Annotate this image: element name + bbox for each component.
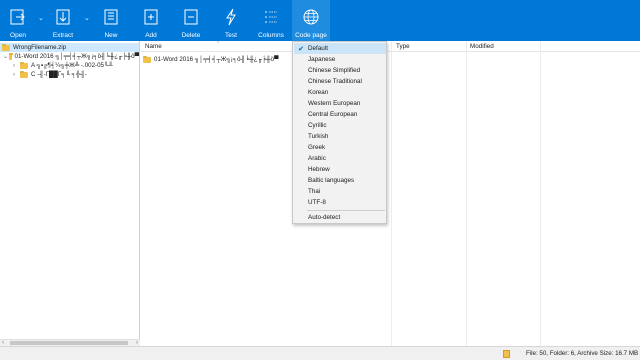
menu-item-korean[interactable]: Korean [294,87,386,98]
menu-item-japanese[interactable]: Japanese [294,54,386,65]
folder-icon [9,52,14,60]
menu-item-auto-detect[interactable]: Auto-detect [294,212,386,223]
column-header-modified[interactable]: Modified [470,43,494,50]
file-list-panel: ⌃ Name Type Modified 01-Word 2016 ╗│╤╡╡┬… [141,41,640,346]
open-label: Open [10,32,26,39]
collapse-chevron-icon[interactable]: ⌄ [3,53,8,60]
extract-label: Extract [52,32,74,39]
tree-item-grandchild[interactable]: › A ╗▪╔¶╡¼╗╪Ж╩ -.002-05╙╨ [0,61,139,70]
menu-item-label: Korean [308,89,329,96]
menu-item-label: Greek [308,144,326,151]
archive-icon [503,350,510,358]
extract-button[interactable]: Extract [48,0,78,41]
menu-item-label: Hebrew [308,166,330,173]
extract-icon [54,8,72,26]
menu-item-label: Cyrillic [308,122,327,129]
menu-item-label: Chinese Simplified [308,67,361,74]
menu-item-label: Default [308,45,328,52]
menu-item-label: Auto-detect [308,214,341,221]
code-page-button[interactable]: Code page [292,0,330,41]
menu-item-default[interactable]: ✔ Default [294,43,386,54]
menu-item-utf8[interactable]: UTF-8 [294,197,386,208]
menu-item-baltic[interactable]: Baltic languages [294,175,386,186]
expand-chevron-icon[interactable]: › [13,72,19,78]
globe-icon [302,8,320,26]
test-label: Test [225,32,237,39]
menu-item-label: Turkish [308,133,329,140]
toolbar: Open ⌄ Extract ⌄ New Add Delete Test Col… [0,0,640,41]
folder-icon [20,70,28,78]
add-button[interactable]: Add [138,0,164,41]
code-page-label: Code page [295,32,327,39]
code-page-menu: ✔ Default Japanese Chinese Simplified Ch… [292,41,387,224]
columns-icon [262,8,280,26]
menu-item-central-european[interactable]: Central European [294,109,386,120]
menu-item-hebrew[interactable]: Hebrew [294,164,386,175]
menu-item-label: Central European [308,111,358,118]
new-archive-icon [102,8,120,26]
column-header-name[interactable]: Name [145,43,162,50]
menu-item-turkish[interactable]: Turkish [294,131,386,142]
expand-chevron-icon[interactable]: › [13,63,19,69]
menu-item-label: Baltic languages [308,177,355,184]
open-button[interactable]: Open [2,0,34,41]
tree-item-child[interactable]: ⌄ 01-Word 2016 ╗│╤╡╡┬Ж╗¡╕ö╢╘╫¿╓╞╫ö▀ [0,52,139,61]
menu-item-greek[interactable]: Greek [294,142,386,153]
menu-item-chinese-simplified[interactable]: Chinese Simplified [294,65,386,76]
checkmark-icon: ✔ [298,44,304,53]
horizontal-scrollbar[interactable]: ‹ › [0,339,140,346]
file-name: 01-Word 2016 ╗│╤╡╡┬Ж╗¡╕ö╢╘╫¿╓╞╫ö▀ [154,56,279,63]
open-icon [9,8,27,26]
menu-item-label: Western European [308,100,361,107]
file-list-row[interactable]: 01-Word 2016 ╗│╤╡╡┬Ж╗¡╕ö╢╘╫¿╓╞╫ö▀ [143,55,279,64]
folder-icon [20,61,28,69]
new-label: New [104,32,118,39]
menu-item-arabic[interactable]: Arabic [294,153,386,164]
delete-label: Delete [181,32,201,39]
menu-item-label: Japanese [308,56,336,63]
open-dropdown-chevron-icon[interactable]: ⌄ [38,14,44,22]
test-button[interactable]: Test [218,0,244,41]
folder-tree-panel: WrongFilename.zip ⌄ 01-Word 2016 ╗│╤╡╡┬Ж… [0,41,140,346]
new-button[interactable]: New [98,0,124,41]
add-label: Add [145,32,157,39]
menu-item-cyrillic[interactable]: Cyrillic [294,120,386,131]
menu-item-western-european[interactable]: Western European [294,98,386,109]
menu-item-label: Chinese Traditional [308,78,362,85]
tree-item-root[interactable]: WrongFilename.zip [0,43,139,52]
tree-item-label: 01-Word 2016 ╗│╤╡╡┬Ж╗¡╕ö╢╘╫¿╓╞╫ö▀ [14,53,140,60]
column-divider[interactable] [391,41,392,346]
sort-ascending-icon: ⌃ [216,41,221,47]
menu-item-label: Thai [308,188,321,195]
archive-folder-icon [2,43,10,51]
menu-item-label: UTF-8 [308,199,326,206]
tree-item-label: WrongFilename.zip [13,44,67,51]
extract-dropdown-chevron-icon[interactable]: ⌄ [84,14,90,22]
delete-icon [182,8,200,26]
columns-label: Columns [258,32,284,39]
status-bar: File: 50, Folder: 6, Archive Size: 16.7 … [0,346,640,360]
menu-separator [307,210,385,211]
folder-icon [143,55,151,63]
column-header-type[interactable]: Type [396,43,410,50]
tree-item-label: A ╗▪╔¶╡¼╗╪Ж╩ -.002-05╙╨ [31,62,113,69]
menu-item-thai[interactable]: Thai [294,186,386,197]
column-divider[interactable] [466,41,467,346]
tree-item-grandchild[interactable]: › C -╢-Г██Г╕╙ ╕╬╢- [0,70,139,79]
add-icon [142,8,160,26]
lightning-icon [222,8,240,26]
menu-item-label: Arabic [308,155,326,162]
tree-item-label: C -╢-Г██Г╕╙ ╕╬╢- [31,71,87,78]
delete-button[interactable]: Delete [177,0,205,41]
menu-item-chinese-traditional[interactable]: Chinese Traditional [294,76,386,87]
scrollbar-thumb[interactable] [10,341,128,345]
columns-button[interactable]: Columns [256,0,286,41]
column-divider[interactable] [540,41,541,346]
status-text: File: 50, Folder: 6, Archive Size: 16.7 … [526,350,639,357]
